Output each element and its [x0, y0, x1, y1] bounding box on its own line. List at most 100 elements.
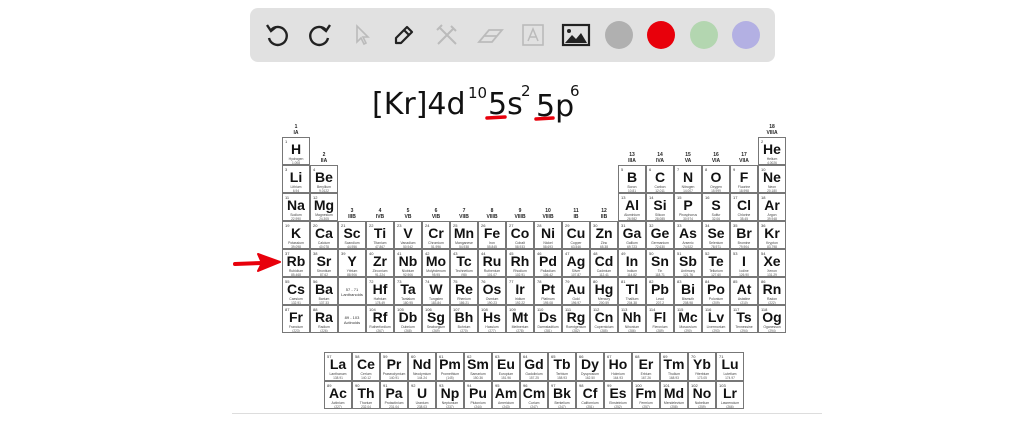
element-cell-ta[interactable]: 73 Ta Tantalum 180.95 [394, 277, 422, 305]
tools-button[interactable] [431, 19, 463, 51]
element-cell-ag[interactable]: 47 Ag Silver 107.87 [562, 249, 590, 277]
element-cell-pt[interactable]: 78 Pt Platinum 195.08 [534, 277, 562, 305]
element-cell-zr[interactable]: 40 Zr Zirconium 91.224 [366, 249, 394, 277]
element-cell-na[interactable]: 11 Na Sodium 22.990 [282, 193, 310, 221]
element-cell-es[interactable]: 99 Es Einsteinium (252) [604, 380, 632, 409]
element-cell-og[interactable]: 118 Og Oganesson (294) [758, 305, 786, 333]
eraser-tool-button[interactable] [474, 19, 506, 51]
element-cell-au[interactable]: 79 Au Gold 196.97 [562, 277, 590, 305]
element-cell-mn[interactable]: 25 Mn Manganese 54.938 [450, 221, 478, 249]
element-cell-sb[interactable]: 51 Sb Antimony 121.76 [674, 249, 702, 277]
element-cell-te[interactable]: 52 Te Tellurium 127.60 [702, 249, 730, 277]
element-cell-rh[interactable]: 45 Rh Rhodium 102.91 [506, 249, 534, 277]
element-cell-la[interactable]: 57 La Lanthanum 138.91 [324, 352, 352, 381]
element-cell-c[interactable]: 6 C Carbon 12.011 [646, 165, 674, 193]
element-cell-ti[interactable]: 22 Ti Titanium 47.867 [366, 221, 394, 249]
element-cell-b[interactable]: 5 B Boron 10.81 [618, 165, 646, 193]
element-cell-sc[interactable]: 21 Sc Scandium 44.956 [338, 221, 366, 249]
element-cell-y[interactable]: 39 Y Yttrium 88.906 [338, 249, 366, 277]
element-cell-dy[interactable]: 66 Dy Dysprosium 162.50 [576, 352, 604, 381]
element-cell-lu[interactable]: 71 Lu Lutetium 174.97 [716, 352, 744, 381]
element-cell-ar[interactable]: 18 Ar Argon 39.948 [758, 193, 786, 221]
element-cell-br[interactable]: 35 Br Bromine 79.904 [730, 221, 758, 249]
element-cell-cm[interactable]: 96 Cm Curium (247) [520, 380, 548, 409]
color-red-swatch[interactable] [647, 21, 675, 49]
element-cell-mg[interactable]: 12 Mg Magnesium 24.305 [310, 193, 338, 221]
element-cell-hg[interactable]: 80 Hg Mercury 200.59 [590, 277, 618, 305]
element-cell-fm[interactable]: 100 Fm Fermium (257) [632, 380, 660, 409]
element-cell-re[interactable]: 75 Re Rhenium 186.21 [450, 277, 478, 305]
element-cell-cn[interactable]: 112 Cn Copernicium (285) [590, 305, 618, 333]
element-cell-yb[interactable]: 70 Yb Ytterbium 173.05 [688, 352, 716, 381]
element-cell-ca[interactable]: 20 Ca Calcium 40.078 [310, 221, 338, 249]
element-cell-bi[interactable]: 83 Bi Bismuth 208.98 [674, 277, 702, 305]
element-cell-rg[interactable]: 111 Rg Roentgenium (282) [562, 305, 590, 333]
element-cell-ni[interactable]: 28 Ni Nickel 58.693 [534, 221, 562, 249]
element-cell-gd[interactable]: 64 Gd Gadolinium 157.25 [520, 352, 548, 381]
redo-button[interactable] [304, 19, 336, 51]
element-cell-pr[interactable]: 59 Pr Praseodymium 140.91 [380, 352, 408, 381]
element-cell-li[interactable]: 3 Li Lithium 6.94 [282, 165, 310, 193]
element-cell-md[interactable]: 101 Md Mendelevium (258) [660, 380, 688, 409]
element-cell-hf[interactable]: 72 Hf Hafnium 178.49 [366, 277, 394, 305]
text-tool-button[interactable] [517, 19, 549, 51]
element-cell-kr[interactable]: 36 Kr Krypton 83.798 [758, 221, 786, 249]
element-cell-be[interactable]: 4 Be Beryllium 9.0122 [310, 165, 338, 193]
element-cell-sm[interactable]: 62 Sm Samarium 150.36 [464, 352, 492, 381]
element-cell-mc[interactable]: 115 Mc Moscovium (290) [674, 305, 702, 333]
element-cell-sg[interactable]: 106 Sg Seaborgium (269) [422, 305, 450, 333]
element-cell-cs[interactable]: 55 Cs Caesium 132.91 [282, 277, 310, 305]
element-cell-w[interactable]: 74 W Tungsten 183.84 [422, 277, 450, 305]
element-cell-lr[interactable]: 103 Lr Lawrencium (266) [716, 380, 744, 409]
element-cell-at[interactable]: 85 At Astatine (210) [730, 277, 758, 305]
element-cell-cr[interactable]: 24 Cr Chromium 51.996 [422, 221, 450, 249]
element-cell-ce[interactable]: 58 Ce Cerium 140.12 [352, 352, 380, 381]
element-cell-si[interactable]: 14 Si Silicon 28.085 [646, 193, 674, 221]
element-cell-zn[interactable]: 30 Zn Zinc 65.38 [590, 221, 618, 249]
element-cell-tb[interactable]: 65 Tb Terbium 158.93 [548, 352, 576, 381]
color-purple-swatch[interactable] [732, 21, 760, 49]
element-cell-nd[interactable]: 60 Nd Neodymium 144.24 [408, 352, 436, 381]
element-cell-he[interactable]: 2 He Helium 4.0026 [758, 137, 786, 165]
element-cell-rb[interactable]: 37 Rb Rubidium 85.468 [282, 249, 310, 277]
element-cell-db[interactable]: 105 Db Dubnium (268) [394, 305, 422, 333]
element-cell-rn[interactable]: 86 Rn Radon (222) [758, 277, 786, 305]
element-cell-cl[interactable]: 17 Cl Chlorine 35.45 [730, 193, 758, 221]
element-cell-pu[interactable]: 94 Pu Plutonium (244) [464, 380, 492, 409]
element-cell-fl[interactable]: 114 Fl Flerovium (289) [646, 305, 674, 333]
undo-button[interactable] [261, 19, 293, 51]
element-cell-al[interactable]: 13 Al Aluminium 26.982 [618, 193, 646, 221]
element-cell-nb[interactable]: 41 Nb Niobium 92.906 [394, 249, 422, 277]
element-cell-tc[interactable]: 43 Tc Technetium (98) [450, 249, 478, 277]
element-cell-lv[interactable]: 116 Lv Livermorium (293) [702, 305, 730, 333]
element-cell-ge[interactable]: 32 Ge Germanium 72.630 [646, 221, 674, 249]
element-cell-sn[interactable]: 50 Sn Tin 118.71 [646, 249, 674, 277]
element-cell-se[interactable]: 34 Se Selenium 78.971 [702, 221, 730, 249]
element-cell-th[interactable]: 90 Th Thorium 232.04 [352, 380, 380, 409]
color-green-swatch[interactable] [690, 21, 718, 49]
element-cell-bh[interactable]: 107 Bh Bohrium (270) [450, 305, 478, 333]
image-tool-button[interactable] [560, 19, 592, 51]
element-cell-mo[interactable]: 42 Mo Molybdenum 95.95 [422, 249, 450, 277]
element-cell-nh[interactable]: 113 Nh Nihonium (286) [618, 305, 646, 333]
element-cell-fe[interactable]: 26 Fe Iron 55.845 [478, 221, 506, 249]
element-cell-bk[interactable]: 97 Bk Berkelium (247) [548, 380, 576, 409]
element-cell-v[interactable]: 23 V Vanadium 50.942 [394, 221, 422, 249]
element-cell-er[interactable]: 68 Er Erbium 167.26 [632, 352, 660, 381]
element-cell-pb[interactable]: 82 Pb Lead 207.2 [646, 277, 674, 305]
element-cell-as[interactable]: 33 As Arsenic 74.922 [674, 221, 702, 249]
select-tool-button[interactable] [346, 19, 378, 51]
element-cell-ac[interactable]: 89 Ac Actinium (227) [324, 380, 352, 409]
element-cell-ir[interactable]: 77 Ir Iridium 192.22 [506, 277, 534, 305]
element-cell-pa[interactable]: 91 Pa Protactinium 231.04 [380, 380, 408, 409]
element-cell-ga[interactable]: 31 Ga Gallium 69.723 [618, 221, 646, 249]
element-cell-po[interactable]: 84 Po Polonium (209) [702, 277, 730, 305]
element-cell-n[interactable]: 7 N Nitrogen 14.007 [674, 165, 702, 193]
element-cell-tm[interactable]: 69 Tm Thulium 168.93 [660, 352, 688, 381]
element-cell-xe[interactable]: 54 Xe Xenon 131.29 [758, 249, 786, 277]
element-cell-o[interactable]: 8 O Oxygen 15.999 [702, 165, 730, 193]
element-cell-sr[interactable]: 38 Sr Strontium 87.62 [310, 249, 338, 277]
element-cell-p[interactable]: 15 P Phosphorus 30.974 [674, 193, 702, 221]
element-cell-fr[interactable]: 87 Fr Francium (223) [282, 305, 310, 333]
element-cell-i[interactable]: 53 I Iodine 126.90 [730, 249, 758, 277]
